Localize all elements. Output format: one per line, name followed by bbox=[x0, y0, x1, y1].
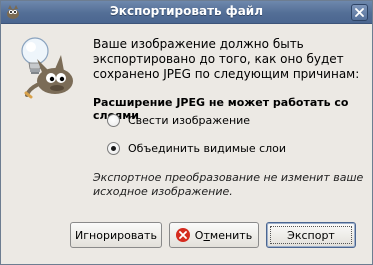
radio-button[interactable] bbox=[107, 113, 120, 127]
radio-button-selected[interactable] bbox=[107, 141, 120, 155]
gimp-tip-lightbulb-icon bbox=[21, 37, 73, 99]
cancel-button[interactable]: Отменить bbox=[169, 222, 259, 248]
export-reason-message: Ваше изображение должно быть экспортиров… bbox=[93, 37, 360, 81]
export-note: Экспортное преобразование не изменит ваш… bbox=[93, 171, 364, 198]
export-file-dialog: Экспортировать файл Ваше изображение дол… bbox=[0, 0, 373, 265]
cancel-icon bbox=[175, 228, 190, 242]
title-bar[interactable]: Экспортировать файл bbox=[1, 1, 372, 24]
close-icon bbox=[355, 8, 364, 17]
export-button[interactable]: Экспорт bbox=[266, 222, 356, 248]
radio-merge-visible-layers[interactable]: Объединить видимые слои bbox=[107, 140, 286, 156]
close-button[interactable] bbox=[351, 4, 368, 21]
cancel-button-label: Отменить bbox=[194, 228, 253, 242]
radio-label-merge: Объединить видимые слои bbox=[128, 141, 287, 155]
ignore-button[interactable]: Игнорировать bbox=[70, 222, 162, 248]
radio-flatten-image[interactable]: Свести изображение bbox=[107, 112, 250, 128]
window-title: Экспортировать файл bbox=[110, 4, 263, 18]
radio-label-flatten: Свести изображение bbox=[128, 113, 251, 127]
ignore-button-label: Игнорировать bbox=[75, 228, 157, 242]
export-button-label: Экспорт bbox=[287, 228, 335, 242]
